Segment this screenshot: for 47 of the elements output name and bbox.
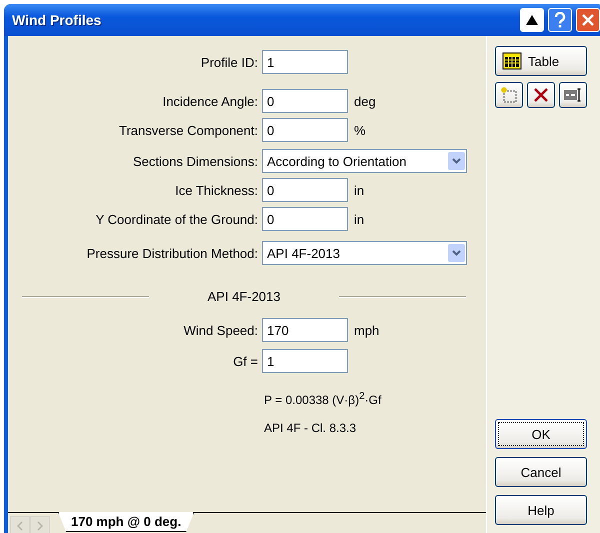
delete-icon xyxy=(533,87,549,103)
rename-icon xyxy=(563,87,583,103)
dialog-button[interactable]: OK xyxy=(495,419,587,449)
dropdown-field[interactable]: According to Orientation xyxy=(262,149,467,173)
field-label: Transverse Component: xyxy=(118,122,259,138)
field-label: Gf = xyxy=(232,354,259,368)
close-icon xyxy=(582,14,594,26)
formula-text: P = 0.00338 (V·β)$^{2}$·Gf xyxy=(264,391,382,407)
triangle-up-icon xyxy=(525,14,539,26)
rename-button[interactable] xyxy=(559,82,587,108)
field-label: Incidence Angle: xyxy=(162,94,259,108)
chevron-right-icon xyxy=(37,521,43,531)
input-field[interactable]: 170 xyxy=(262,318,348,342)
field-label: Pressure Distribution Method: xyxy=(86,246,259,260)
new-row-button[interactable] xyxy=(495,82,523,108)
dropdown-field[interactable]: API 4F-2013 xyxy=(262,241,467,265)
dialog-button[interactable]: Cancel xyxy=(495,457,587,487)
chevron-left-icon xyxy=(17,521,23,531)
delete-button[interactable] xyxy=(527,82,555,108)
field-label: Ice Thickness: xyxy=(174,182,259,198)
input-field[interactable]: 0 xyxy=(262,178,348,202)
input-field[interactable]: 0 xyxy=(262,118,348,142)
input-field[interactable]: 0 xyxy=(262,207,348,231)
sheet-tab[interactable]: 170 mph @ 0 deg. xyxy=(58,512,194,532)
reference-text: API 4F - Cl. 8.3.3 xyxy=(264,421,358,435)
field-label: Wind Speed: xyxy=(182,322,259,338)
table-icon xyxy=(502,52,522,70)
section-title: API 4F-2013 xyxy=(206,289,282,304)
help-icon-button[interactable] xyxy=(548,8,572,32)
help-icon xyxy=(554,12,566,28)
unit-label: deg xyxy=(354,94,376,108)
table-button[interactable]: Table xyxy=(495,46,587,76)
dialog-button[interactable]: Help xyxy=(495,495,587,525)
new-item-icon xyxy=(500,86,518,104)
collapse-button[interactable] xyxy=(520,8,544,32)
field-label: Sections Dimensions: xyxy=(132,154,259,168)
field-label: Profile ID: xyxy=(200,54,259,70)
input-field[interactable]: 1 xyxy=(262,349,348,373)
input-field[interactable]: 1 xyxy=(262,50,348,74)
input-field[interactable]: 0 xyxy=(262,89,348,113)
unit-label: mph xyxy=(354,322,380,338)
unit-label: % xyxy=(354,122,366,138)
close-button[interactable] xyxy=(576,8,600,32)
unit-label: in xyxy=(354,212,364,226)
window-title: Wind Profiles xyxy=(12,12,102,28)
unit-label: in xyxy=(354,182,364,198)
field-label: Y Coordinate of the Ground: xyxy=(94,212,259,226)
